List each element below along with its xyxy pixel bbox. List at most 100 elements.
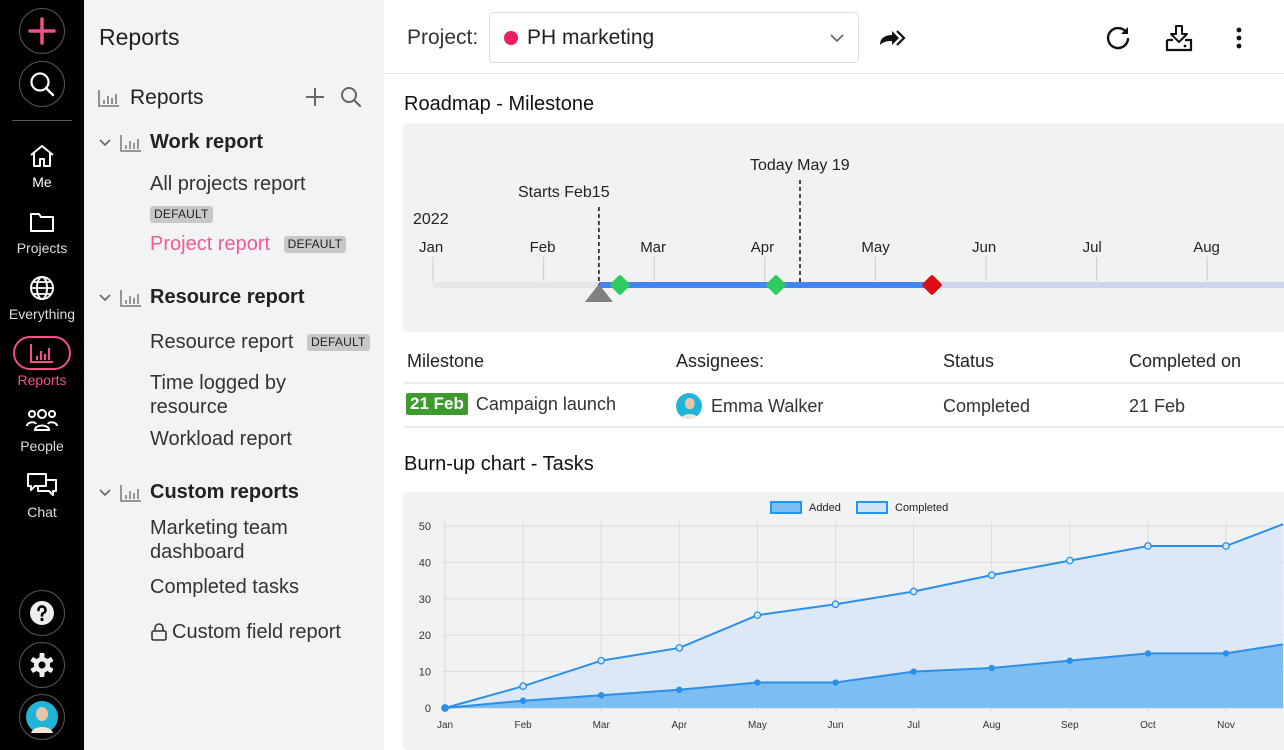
point-added — [519, 682, 527, 691]
plus-icon — [28, 17, 56, 45]
rail-item-projects[interactable]: Projects — [0, 206, 84, 256]
group-work-report[interactable]: Work report — [98, 131, 263, 154]
point-added — [1222, 542, 1230, 550]
col-status: Status — [943, 351, 995, 371]
share-button[interactable] — [876, 22, 908, 54]
burnup-plot: 0 10 20 30 40 50 Jan Feb Mar Apr May Jun Jul Aug Sep Oc… — [419, 521, 1284, 731]
milestone-diamond-done — [766, 275, 786, 295]
report-item-time-logged[interactable]: Time logged by resource — [150, 371, 320, 419]
more-vertical-icon — [1236, 27, 1242, 49]
default-badge-container: DEFAULT — [150, 202, 213, 226]
roadmap-title: Roadmap - Milestone — [404, 93, 595, 115]
milestone-table: Milestone Assignees: Status Completed on… — [404, 340, 1284, 428]
report-item-label: Workload report — [150, 428, 292, 450]
x-tick-label: Oct — [1140, 720, 1156, 731]
bar-chart-icon — [120, 484, 141, 502]
table-row[interactable]: 21 Feb Campaign launch Emma Walker Compl… — [404, 384, 1284, 428]
milestone-date-badge: 21 Feb — [406, 393, 468, 415]
report-item-custom-field[interactable]: Custom field report — [150, 620, 341, 644]
y-tick-label: 40 — [419, 557, 431, 569]
y-tick-label: 30 — [419, 594, 431, 606]
rail-item-label: Projects — [16, 240, 68, 256]
report-item-completed-tasks[interactable]: Completed tasks — [150, 575, 299, 599]
report-item-workload[interactable]: Workload report — [150, 427, 292, 451]
group-resource-report[interactable]: Resource report — [98, 286, 305, 309]
default-badge: DEFAULT — [150, 206, 213, 224]
table-header: Milestone Assignees: Status Completed on — [404, 340, 1284, 384]
col-completed-on: Completed on — [1129, 351, 1242, 371]
x-tick-label: Feb — [514, 720, 532, 731]
assignee-avatar — [676, 393, 702, 419]
x-tick-label: Sep — [1061, 720, 1079, 731]
report-item-marketing-dashboard[interactable]: Marketing team dashboard — [150, 516, 320, 564]
project-select[interactable]: PH marketing — [489, 12, 859, 63]
rail-item-label: Chat — [27, 504, 57, 520]
user-avatar[interactable] — [19, 694, 65, 740]
point-completed — [1222, 650, 1230, 657]
report-item-label: Project report — [150, 233, 271, 255]
point-completed — [988, 664, 995, 672]
x-tick-label: Jul — [907, 720, 920, 731]
group-title: Work report — [150, 131, 263, 153]
reports-section-header[interactable]: Reports — [98, 86, 204, 110]
rail-item-reports[interactable]: Reports — [0, 336, 84, 388]
gear-icon — [30, 653, 54, 677]
point-completed — [832, 679, 839, 686]
chevron-down-icon — [99, 138, 111, 146]
rail-item-people[interactable]: People — [0, 404, 84, 454]
add-report-button[interactable] — [304, 86, 326, 108]
completed-on-cell: 21 Feb — [1129, 396, 1186, 416]
report-item-all-projects[interactable]: All projects report — [150, 172, 306, 196]
search-icon — [30, 72, 55, 97]
help-button[interactable] — [19, 590, 65, 636]
y-tick-label: 10 — [419, 667, 431, 679]
top-toolbar: Project: PH marketing — [384, 0, 1284, 74]
point-completed — [598, 692, 605, 699]
point-added — [753, 611, 762, 620]
search-reports-button[interactable] — [340, 86, 362, 108]
burnup-title: Burn-up chart - Tasks — [404, 453, 594, 475]
share-forward-icon — [880, 30, 906, 46]
rail-item-label: Reports — [17, 372, 67, 388]
y-tick-label: 0 — [425, 703, 431, 715]
report-item-resource-report[interactable]: Resource report DEFAULT — [150, 330, 370, 354]
milestone-name[interactable]: Campaign launch — [476, 394, 616, 415]
sidebar-tools — [304, 86, 362, 108]
folder-icon — [30, 213, 54, 232]
section-label: Reports — [130, 86, 204, 109]
rail-item-everything[interactable]: Everything — [0, 272, 84, 322]
rail-item-chat[interactable]: Chat — [0, 470, 84, 520]
download-button[interactable] — [1163, 22, 1195, 54]
bar-chart-icon — [30, 344, 53, 363]
point-added — [1144, 542, 1152, 550]
create-button[interactable] — [19, 8, 65, 54]
point-added — [987, 571, 996, 579]
refresh-button[interactable] — [1102, 22, 1134, 54]
milestone-diamond-done — [610, 275, 630, 295]
point-added — [831, 600, 840, 609]
status-cell: Completed — [943, 396, 1031, 416]
chevron-down-icon — [99, 488, 111, 496]
point-added — [597, 656, 606, 665]
x-tick-label: Jan — [437, 720, 453, 731]
roadmap-panel: 2022 Starts Feb15 Today May 19 Jan Feb Mar… — [403, 123, 1284, 332]
reports-sidebar: Reports Reports Work report All projects… — [84, 0, 384, 750]
y-tick-label: 50 — [419, 521, 431, 533]
y-tick-label: 20 — [419, 630, 431, 642]
settings-button[interactable] — [19, 642, 65, 688]
project-color-dot — [504, 30, 518, 45]
point-completed — [441, 704, 449, 712]
lock-icon — [151, 623, 167, 641]
report-item-label: All projects report — [150, 173, 306, 195]
point-completed — [676, 686, 683, 693]
rail-item-me[interactable]: Me — [0, 140, 84, 190]
main-content: Project: PH marketing Roadmap - Mileston… — [384, 0, 1284, 750]
report-item-label: Completed tasks — [150, 576, 299, 598]
group-custom-reports[interactable]: Custom reports — [98, 481, 299, 504]
point-added — [675, 644, 684, 652]
report-item-project-report[interactable]: Project report DEFAULT — [150, 232, 347, 256]
search-button[interactable] — [19, 61, 65, 107]
milestone-diamond-late — [922, 275, 942, 295]
more-options-button[interactable] — [1223, 22, 1255, 54]
point-added — [1065, 556, 1074, 565]
